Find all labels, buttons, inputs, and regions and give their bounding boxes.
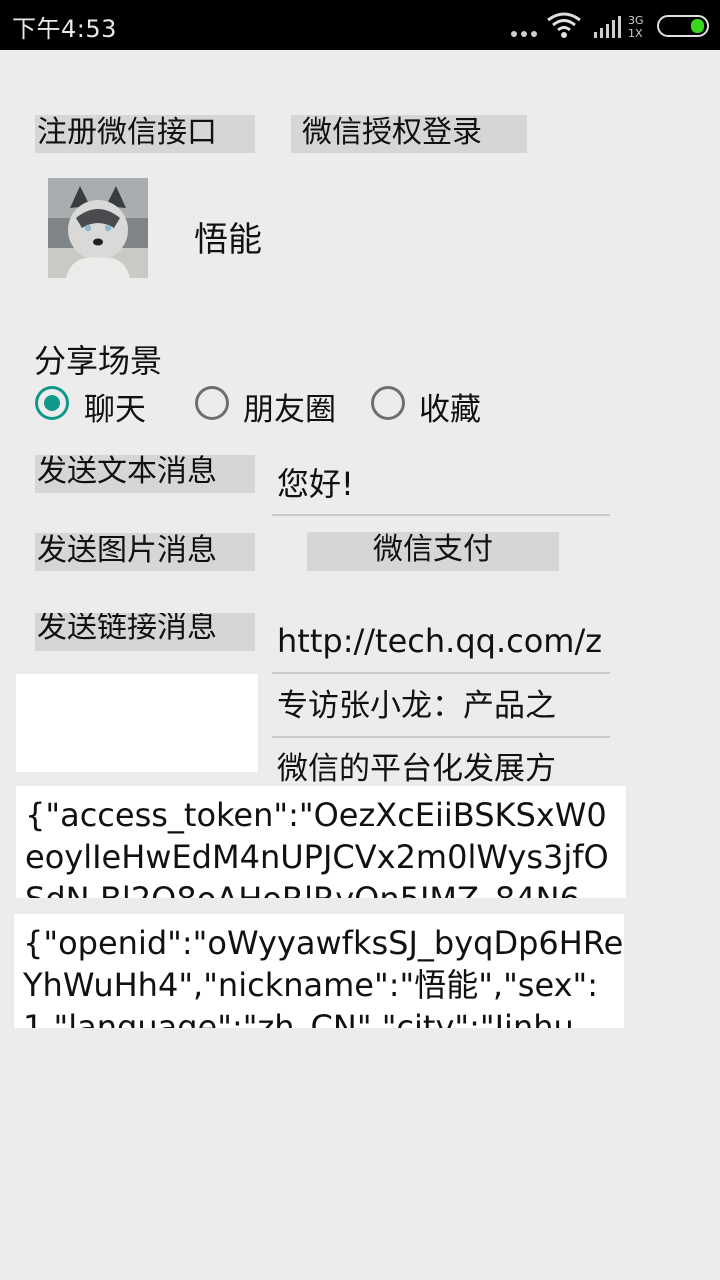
radio-moments[interactable] [195,386,229,420]
send-link-button[interactable]: 发送链接消息 [35,613,255,651]
radio-moments-label[interactable]: 朋友圈 [243,384,336,429]
send-image-button[interactable]: 发送图片消息 [35,533,255,571]
status-icons-svg: 3G 1X [511,12,709,40]
radio-chat[interactable] [35,386,69,420]
status-bar: 下午4:53 3G 1X [0,0,720,50]
wechat-pay-button[interactable]: 微信支付 [307,532,559,571]
network-sub-label: 1X [628,27,643,40]
send-text-button[interactable]: 发送文本消息 [35,455,255,493]
network-label: 3G [628,14,644,27]
wechat-auth-login-button[interactable]: 微信授权登录 [291,115,527,153]
status-icons: 3G 1X [510,10,710,40]
more-dots-icon [511,31,537,37]
shared-image-preview [16,674,258,772]
radio-favorites[interactable] [371,386,405,420]
radio-chat-label[interactable]: 聊天 [84,384,146,429]
signal-icon [594,16,621,38]
user-info-output: {"openid":"oWyyawfksSJ_byqDp6HReYhWuHh4"… [14,914,624,1028]
share-scene-title: 分享场景 [34,342,163,380]
battery-icon [657,15,709,37]
link-title-input[interactable]: 专访张小龙：产品之 [272,680,610,738]
nickname-label: 悟能 [194,220,262,260]
register-wechat-button[interactable]: 注册微信接口 [35,115,255,153]
radio-favorites-label[interactable]: 收藏 [419,384,481,429]
link-url-input[interactable]: http://tech.qq.com/z [272,616,610,674]
avatar [48,178,148,278]
husky-avatar-image [48,178,148,278]
status-time: 下午4:53 [12,15,117,43]
wifi-icon [547,12,581,32]
access-token-output: {"access_token":"OezXcEiiBSKSxW0eoylIeHw… [16,786,626,898]
text-message-input[interactable]: 您好! [272,460,610,516]
